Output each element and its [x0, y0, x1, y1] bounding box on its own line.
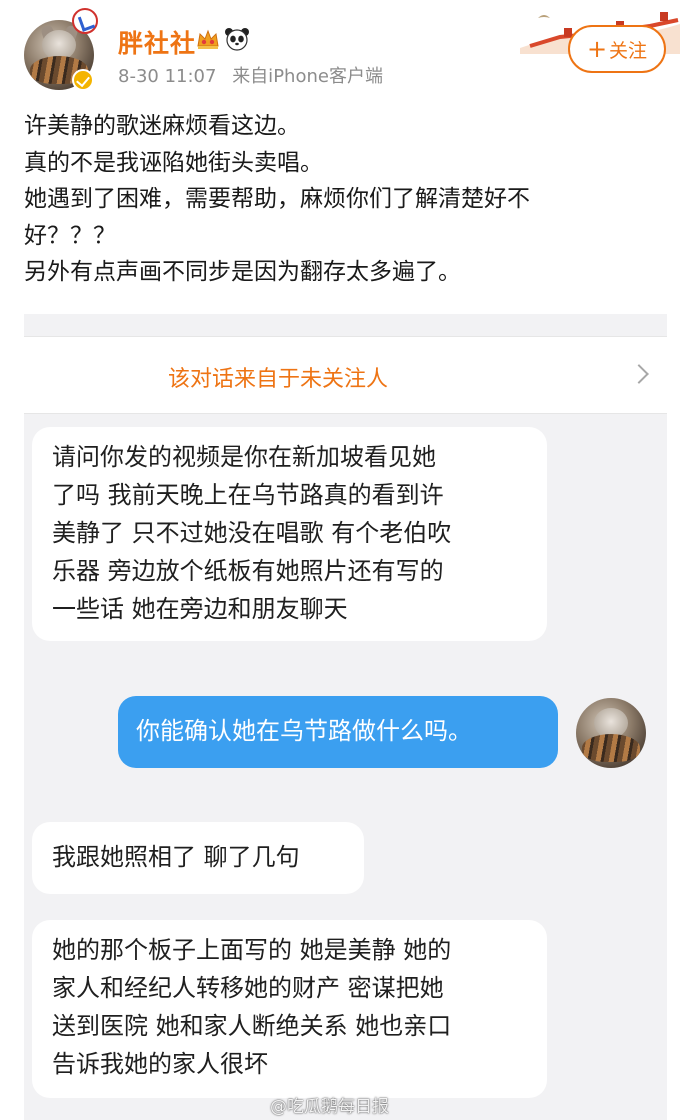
author-name[interactable]: 胖社社: [118, 24, 196, 60]
post-meta: 8-30 11:07 来自iPhone客户端: [118, 62, 383, 88]
message-bubble-incoming: 她的那个板子上面写的 她是美静 她的 家人和经纪人转移她的财产 密谋把她 送到医…: [32, 920, 547, 1098]
post-line: 许美静的歌迷麻烦看这边。: [24, 113, 300, 139]
stranger-notice-text: 该对话来自于未关注人: [168, 367, 389, 392]
panda-icon: [225, 28, 249, 51]
message-bubble-incoming: 请问你发的视频是你在新加坡看见她 了吗 我前天晚上在乌节路真的看到许 美静了 只…: [32, 427, 547, 641]
post-line: 另外有点声画不同步是因为翻存太多遍了。: [24, 259, 461, 285]
post-source: 来自iPhone客户端: [232, 66, 383, 87]
post-line: 真的不是我诬陷她街头卖唱。: [24, 149, 323, 176]
message-bubble-incoming: 我跟她照相了 聊了几句: [32, 822, 364, 894]
watermark-text: @吃瓜鹅每日报: [270, 1097, 389, 1117]
follow-button[interactable]: + 关注: [568, 25, 666, 73]
stranger-notice-bar[interactable]: 该对话来自于未关注人: [24, 336, 667, 414]
post-body: 许美静的歌迷麻烦看这边。 真的不是我诬陷她街头卖唱。 她遇到了困难，需要帮助，麻…: [24, 108, 664, 291]
chevron-right-icon: [629, 364, 649, 384]
message-bubble-outgoing: 你能确认她在乌节路做什么吗。: [118, 696, 558, 768]
chat-screenshot-image[interactable]: 该对话来自于未关注人 请问你发的视频是你在新加坡看见她 了吗 我前天晚上在乌节路…: [24, 314, 667, 1120]
verified-badge-icon: [72, 69, 94, 91]
crown-icon: [197, 29, 219, 49]
post-time: 8-30 11:07: [118, 66, 217, 87]
post-line: 她遇到了困难，需要帮助，麻烦你们了解清楚好不: [24, 186, 530, 212]
post-line: 好？？？: [24, 222, 116, 249]
weibo-post-page: 胖社社 8-30 11:07 来自iPhone客户端 + 关注 许美静的歌迷麻烦…: [0, 0, 690, 1120]
avatar-pendant-icon: [72, 8, 98, 34]
sender-avatar: [576, 698, 646, 768]
